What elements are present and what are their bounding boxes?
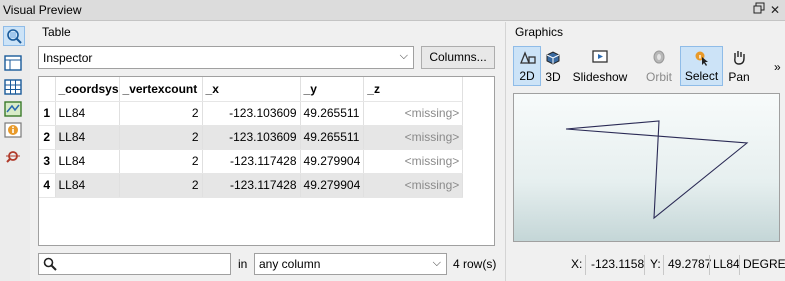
graphics-section-label: Graphics bbox=[515, 25, 564, 39]
table-row[interactable]: 3 LL84 2 -123.117428 49.279904 <missing> bbox=[39, 149, 464, 174]
float-icon[interactable] bbox=[752, 2, 766, 18]
panel-titlebar: Visual Preview ✕ bbox=[0, 0, 785, 21]
status-divider bbox=[644, 255, 645, 275]
column-header[interactable]: _y bbox=[300, 77, 365, 102]
settings-icon[interactable] bbox=[3, 147, 25, 167]
2d-icon bbox=[519, 50, 537, 69]
column-header[interactable]: _x bbox=[202, 77, 301, 102]
toolbar-overflow-button[interactable]: » bbox=[774, 60, 781, 74]
tool-pan-button[interactable]: Pan bbox=[726, 46, 752, 86]
row-number: 3 bbox=[39, 149, 56, 174]
dataset-select[interactable]: Inspector ⌵ bbox=[38, 46, 414, 69]
column-header[interactable]: _vertexcount bbox=[119, 77, 203, 102]
status-coordsys: LL84 bbox=[713, 257, 740, 271]
row-number: 4 bbox=[39, 173, 56, 198]
column-header[interactable]: _coordsys bbox=[55, 77, 120, 102]
tool-label: Select bbox=[684, 69, 719, 83]
cell-y[interactable]: 49.279904 bbox=[300, 149, 365, 174]
status-divider bbox=[709, 255, 710, 275]
view-toolstrip bbox=[0, 22, 30, 281]
status-x-value: -123.1158 bbox=[591, 257, 645, 271]
tool-3d-button[interactable]: 3D bbox=[542, 46, 564, 86]
cell-vertexcount[interactable]: 2 bbox=[119, 125, 203, 150]
search-input[interactable] bbox=[38, 253, 231, 275]
cell-coordsys[interactable]: LL84 bbox=[55, 173, 120, 198]
row-number: 1 bbox=[39, 101, 56, 126]
tool-slideshow-button[interactable]: Slideshow bbox=[570, 46, 630, 86]
close-icon[interactable]: ✕ bbox=[768, 2, 782, 18]
cell-z[interactable]: <missing> bbox=[363, 125, 464, 150]
status-divider bbox=[585, 255, 586, 275]
tool-label: Orbit bbox=[645, 70, 672, 84]
cell-coordsys[interactable]: LL84 bbox=[55, 101, 120, 126]
chevron-down-icon: ⌵ bbox=[432, 257, 441, 269]
cell-coordsys[interactable]: LL84 bbox=[55, 149, 120, 174]
row-number: 2 bbox=[39, 125, 56, 150]
tool-2d-button[interactable]: 2D bbox=[513, 46, 541, 86]
grid-icon[interactable] bbox=[3, 78, 25, 98]
cell-coordsys[interactable]: LL84 bbox=[55, 125, 120, 150]
select-icon bbox=[693, 50, 711, 69]
cell-x[interactable]: -123.103609 bbox=[202, 125, 301, 150]
status-divider bbox=[739, 255, 740, 275]
table-row[interactable]: 4 LL84 2 -123.117428 49.279904 <missing> bbox=[39, 173, 464, 198]
cell-z[interactable]: <missing> bbox=[363, 149, 464, 174]
panel-divider[interactable] bbox=[505, 22, 506, 281]
search-icon bbox=[43, 257, 57, 274]
inspector-icon[interactable] bbox=[3, 26, 25, 46]
info-icon[interactable] bbox=[3, 121, 25, 141]
tool-select-button[interactable]: Select bbox=[680, 46, 723, 86]
tool-label: Slideshow bbox=[572, 70, 628, 84]
map-view-icon[interactable] bbox=[3, 100, 25, 120]
cell-y[interactable]: 49.265511 bbox=[300, 125, 365, 150]
row-count: 4 row(s) bbox=[453, 257, 497, 271]
cell-z[interactable]: <missing> bbox=[363, 101, 464, 126]
cell-y[interactable]: 49.279904 bbox=[300, 173, 365, 198]
tool-label: 3D bbox=[545, 70, 561, 84]
status-units: DEGREE bbox=[743, 257, 785, 271]
status-x-label: X: bbox=[571, 257, 583, 271]
geometry-preview bbox=[565, 120, 749, 220]
orbit-icon bbox=[650, 49, 668, 68]
table-view-icon[interactable] bbox=[3, 54, 25, 74]
search-in-label: in bbox=[238, 257, 248, 271]
cell-vertexcount[interactable]: 2 bbox=[119, 173, 203, 198]
column-header[interactable]: _z bbox=[363, 77, 464, 102]
status-y-value: 49.2787 bbox=[668, 257, 712, 271]
status-divider bbox=[663, 255, 664, 275]
cell-x[interactable]: -123.117428 bbox=[202, 173, 301, 198]
dataset-select-value: Inspector bbox=[43, 51, 93, 65]
data-table[interactable]: _coordsys _vertexcount _x _y _z 1 LL84 2… bbox=[38, 76, 495, 246]
cell-y[interactable]: 49.265511 bbox=[300, 101, 365, 126]
row-number-header bbox=[39, 77, 56, 102]
table-section-label: Table bbox=[42, 25, 71, 39]
table-row[interactable]: 2 LL84 2 -123.103609 49.265511 <missing> bbox=[39, 125, 464, 150]
column-filter-value: any column bbox=[259, 257, 321, 271]
tool-orbit-button[interactable]: Orbit bbox=[641, 46, 677, 86]
panel-title: Visual Preview bbox=[3, 3, 82, 17]
3d-icon bbox=[544, 49, 562, 68]
column-filter-select[interactable]: any column ⌵ bbox=[254, 253, 447, 275]
cell-x[interactable]: -123.117428 bbox=[202, 149, 301, 174]
pan-icon bbox=[730, 49, 748, 68]
cell-x[interactable]: -123.103609 bbox=[202, 101, 301, 126]
cell-z[interactable]: <missing> bbox=[363, 173, 464, 198]
tool-label: Pan bbox=[728, 70, 750, 84]
status-y-label: Y: bbox=[650, 257, 661, 271]
tool-label: 2D bbox=[519, 69, 535, 83]
cell-vertexcount[interactable]: 2 bbox=[119, 149, 203, 174]
columns-button[interactable]: Columns... bbox=[421, 46, 495, 69]
table-row[interactable]: 1 LL84 2 -123.103609 49.265511 <missing> bbox=[39, 101, 464, 126]
graphics-canvas[interactable] bbox=[513, 93, 780, 242]
slideshow-icon bbox=[591, 49, 609, 68]
cell-vertexcount[interactable]: 2 bbox=[119, 101, 203, 126]
chevron-down-icon: ⌵ bbox=[399, 50, 408, 62]
